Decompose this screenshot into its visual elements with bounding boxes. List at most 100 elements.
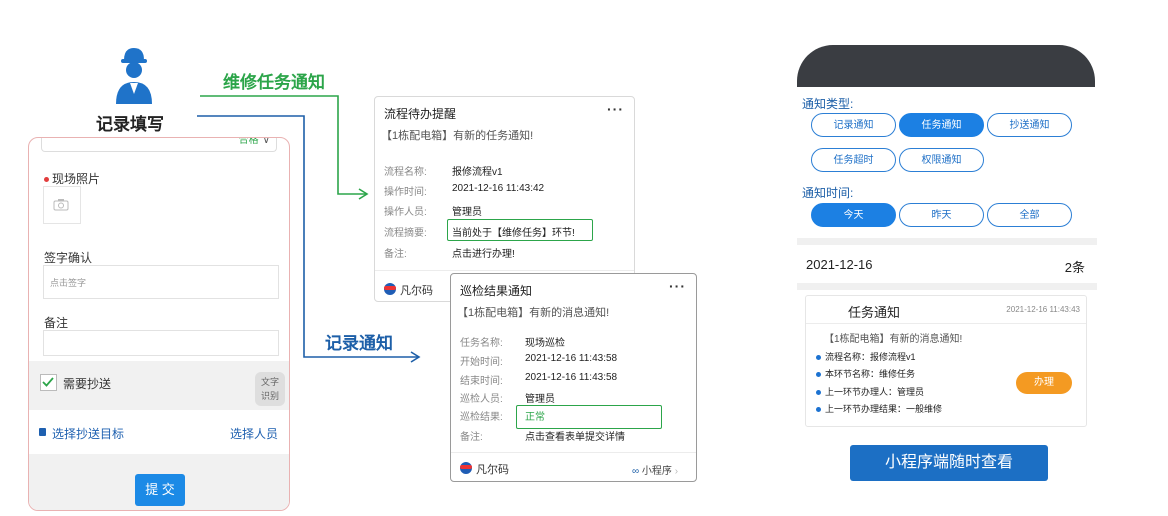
- task-notice-detail-text: 上一环节办理人：管理员: [825, 387, 925, 397]
- card2-divider: [451, 452, 696, 453]
- worker-icon: [116, 48, 152, 104]
- card1-title: 流程待办提醒: [384, 107, 457, 121]
- signature-label: 签字确认: [44, 251, 93, 265]
- card2-row-value: 点击查看表单提交详情: [525, 432, 625, 443]
- task-notice-detail-text: 上一环节办理结果：一般维修: [825, 404, 943, 414]
- task-notice-time: 2021-12-16 11:43:43: [1006, 305, 1080, 314]
- notice-type-label: 通知类型:: [802, 97, 854, 111]
- card2-row-label: 开始时间:: [460, 357, 503, 368]
- note-input[interactable]: [43, 330, 279, 356]
- card2-row-value: 2021-12-16 11:43:58: [525, 353, 618, 364]
- bullet: [816, 355, 821, 361]
- task-notice-detail: 上一环节办理人：管理员: [816, 385, 924, 398]
- mini-program-link[interactable]: ∞ 小程序 ›: [632, 462, 678, 477]
- task-notice-detail: 上一环节办理结果：一般维修: [816, 402, 942, 415]
- card1-row-value: 管理员: [452, 207, 482, 218]
- chevron-right-icon: ›: [674, 466, 679, 477]
- photo-upload[interactable]: [43, 186, 81, 224]
- ocr-button-line2: 识别: [260, 391, 279, 401]
- more-icon[interactable]: ···: [607, 101, 624, 117]
- record-form: 合格 ∨ 现场照片 签字确认 点击签字 备注 需要抄送 文字 识别 选择抄送目标 …: [28, 137, 290, 511]
- card2-subtitle: 【1栋配电箱】有新的消息通知!: [457, 307, 610, 319]
- card1-divider: [375, 270, 634, 271]
- filter-task-notice[interactable]: 任务通知: [899, 113, 984, 137]
- card1-row-value: 报修流程v1: [452, 167, 503, 178]
- card1-row-label: 操作时间:: [384, 187, 427, 198]
- brand-logo-icon: [384, 283, 396, 295]
- card2-title: 巡检结果通知: [460, 284, 533, 298]
- mini-program-label: 小程序: [641, 466, 672, 477]
- notice-time-label: 通知时间:: [802, 186, 854, 200]
- card2-row-value: 正常: [525, 412, 545, 423]
- select-people-link[interactable]: 选择人员: [230, 425, 278, 442]
- card2-row-value: 现场巡检: [525, 338, 565, 349]
- card1-row-label: 流程摘要:: [384, 228, 427, 239]
- filter-permission-notice[interactable]: 权限通知: [899, 148, 984, 172]
- cc-target-icon: [39, 428, 46, 436]
- brand-logo-icon: [460, 462, 472, 474]
- card1-row-value: 点击进行办理!: [452, 249, 515, 260]
- card1-row-label: 备注:: [384, 249, 407, 260]
- card1-row-label: 操作人员:: [384, 207, 427, 218]
- task-notice-label: 维修任务通知: [223, 73, 325, 92]
- photo-label: 现场照片: [52, 172, 101, 186]
- bullet: [816, 372, 821, 378]
- cc-target-label: 选择抄送目标: [52, 427, 125, 441]
- card1-subtitle: 【1栋配电箱】有新的任务通知!: [381, 130, 534, 142]
- filter-today[interactable]: 今天: [811, 203, 896, 227]
- check-icon: [42, 377, 54, 387]
- task-notice-detail: 流程名称：报修流程v1: [816, 350, 916, 363]
- card1-row-value: 2021-12-16 11:43:42: [452, 183, 545, 194]
- card2-row-label: 结束时间:: [460, 376, 503, 387]
- note-label: 备注: [44, 316, 69, 330]
- status-value: 合格: [238, 137, 259, 146]
- camera-icon: [53, 199, 69, 211]
- card2-brand: 凡尔码: [476, 464, 509, 476]
- filter-cc-notice[interactable]: 抄送通知: [987, 113, 1072, 137]
- bullet: [816, 407, 821, 413]
- list-date: 2021-12-16: [806, 257, 873, 272]
- status-select[interactable]: 合格 ∨: [41, 137, 277, 152]
- bullet: [816, 390, 821, 396]
- card1-brand: 凡尔码: [400, 285, 433, 297]
- card2-row-label: 备注:: [460, 432, 483, 443]
- filter-record-notice[interactable]: 记录通知: [811, 113, 896, 137]
- signature-field[interactable]: 点击签字: [43, 265, 279, 299]
- phone-screen: 通知类型: 记录通知 任务通知 抄送通知 任务超时 权限通知 通知时间: 今天 …: [797, 87, 1097, 430]
- card2-row-label: 巡检结果:: [460, 412, 503, 423]
- filter-task-timeout[interactable]: 任务超时: [811, 148, 896, 172]
- cc-checkbox[interactable]: [40, 374, 57, 391]
- filter-all[interactable]: 全部: [987, 203, 1072, 227]
- record-notice-label: 记录通知: [325, 334, 393, 353]
- cc-checkbox-label: 需要抄送: [63, 377, 112, 391]
- chevron-down-icon: ∨: [262, 137, 270, 146]
- handle-button[interactable]: 办理: [1016, 372, 1072, 394]
- filter-yesterday[interactable]: 昨天: [899, 203, 984, 227]
- photo-label-row: 现场照片: [44, 170, 100, 187]
- card2-row-value: 2021-12-16 11:43:58: [525, 372, 618, 383]
- task-notice-item[interactable]: 任务通知 2021-12-16 11:43:43 【1栋配电箱】有新的消息通知!…: [805, 295, 1087, 427]
- task-notice-detail-text: 本环节名称：维修任务: [825, 369, 916, 379]
- card2-row-label: 巡检人员:: [460, 394, 503, 405]
- more-icon[interactable]: ···: [669, 278, 686, 294]
- ocr-button-line1: 文字: [260, 377, 279, 387]
- ocr-button[interactable]: 文字 识别: [255, 372, 285, 406]
- card2-row-value: 管理员: [525, 394, 555, 405]
- inspection-result-card[interactable]: 巡检结果通知 ··· 【1栋配电箱】有新的消息通知! 任务名称: 现场巡检 开始…: [450, 273, 697, 482]
- section-separator: [797, 283, 1097, 290]
- mini-program-banner: 小程序端随时查看: [850, 445, 1048, 481]
- task-notice-title: 任务通知: [848, 305, 901, 320]
- task-notice-divider: [806, 323, 1086, 324]
- card1-row-value: 当前处于【维修任务】环节!: [452, 228, 575, 239]
- phone-top-bar: [797, 45, 1095, 89]
- task-notice-subtitle: 【1栋配电箱】有新的消息通知!: [824, 334, 963, 345]
- task-notice-detail: 本环节名称：维修任务: [816, 367, 915, 380]
- task-notice-detail-text: 流程名称：报修流程v1: [825, 352, 916, 362]
- list-count: 2条: [1064, 260, 1085, 275]
- section-separator: [797, 238, 1097, 245]
- process-reminder-card[interactable]: 流程待办提醒 ··· 【1栋配电箱】有新的任务通知! 流程名称: 报修流程v1 …: [374, 96, 635, 302]
- required-dot: [44, 177, 49, 183]
- submit-button[interactable]: 提 交: [135, 474, 185, 506]
- card2-row-label: 任务名称:: [460, 338, 503, 349]
- worker-label: 记录填写: [96, 115, 164, 134]
